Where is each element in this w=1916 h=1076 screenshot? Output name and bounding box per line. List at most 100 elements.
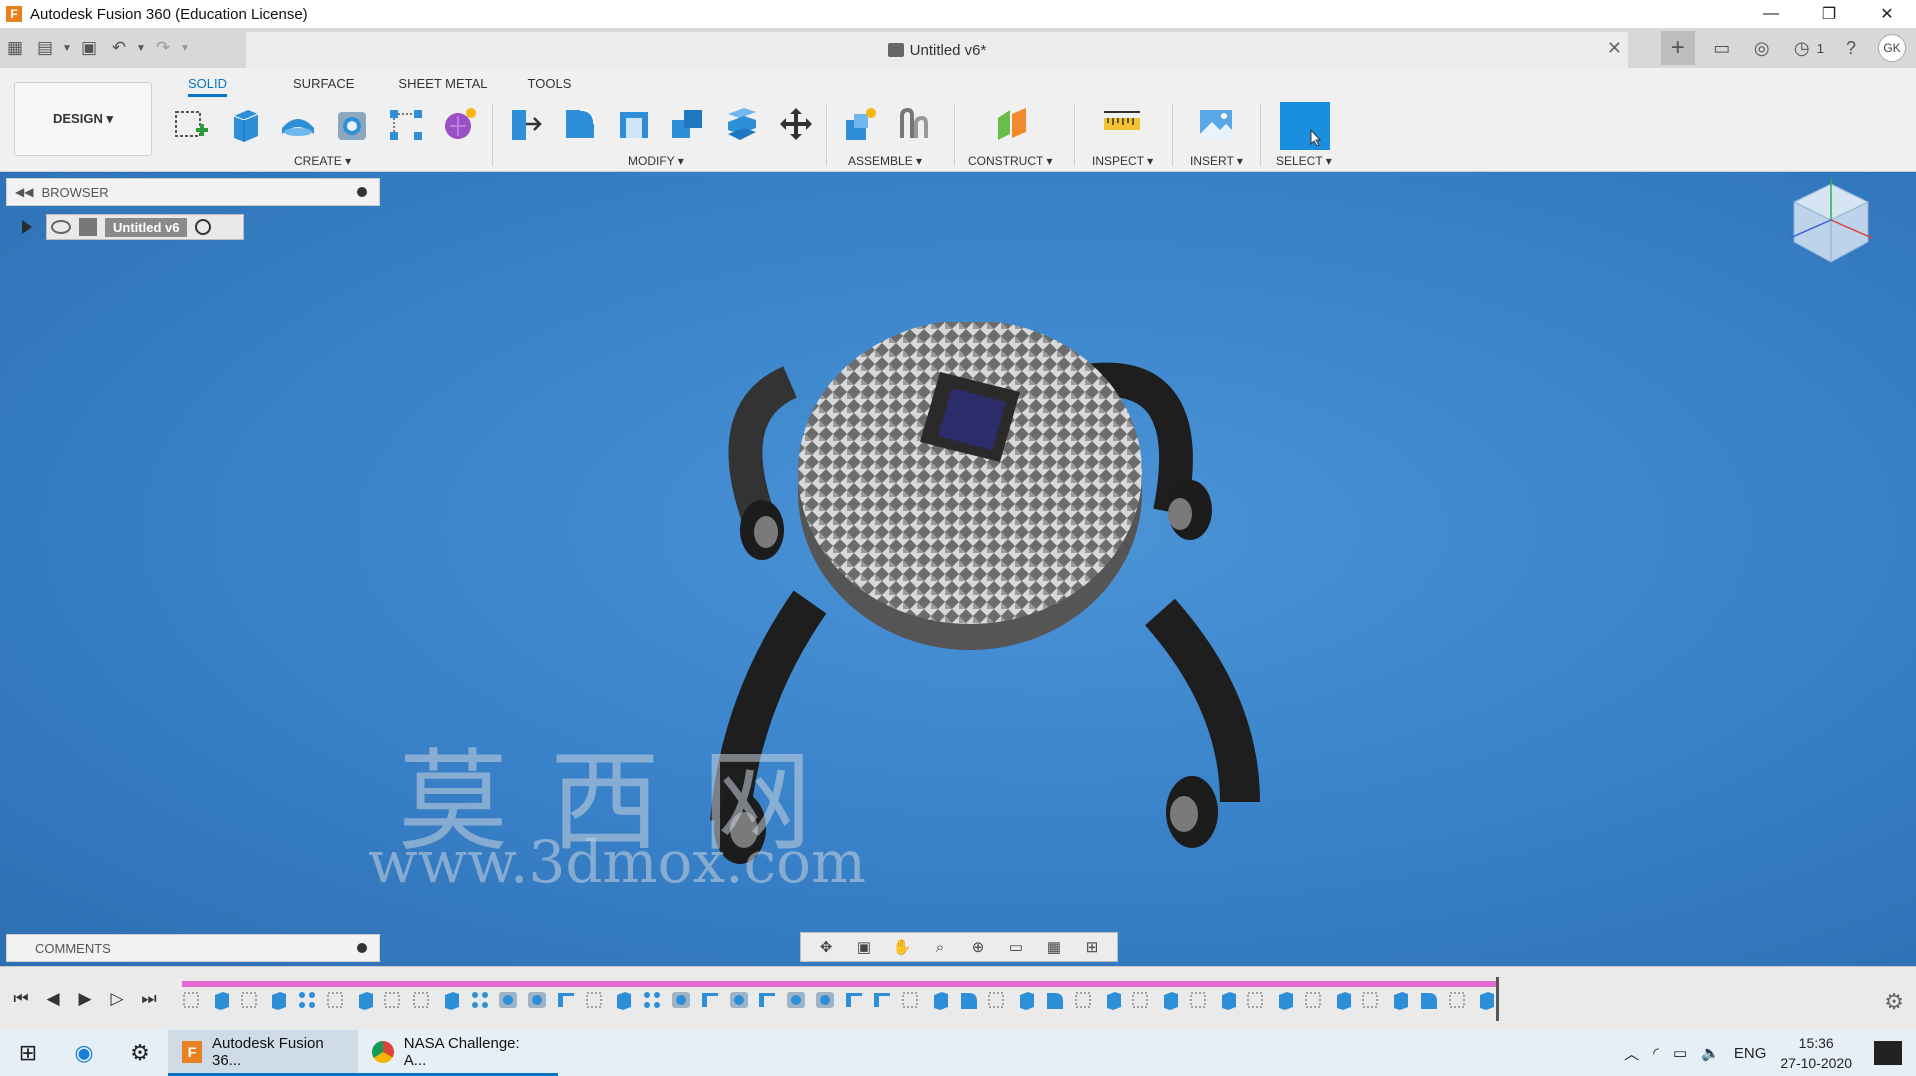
volume-icon[interactable]: 🔈 bbox=[1701, 1044, 1720, 1062]
zoom-icon[interactable]: ⌕ bbox=[929, 937, 951, 957]
timeline-step-forward-icon[interactable]: ▷ bbox=[106, 989, 128, 1009]
timeline-pattern-feature-icon[interactable] bbox=[468, 989, 494, 1011]
expand-arrow-icon[interactable] bbox=[22, 220, 32, 234]
tab-tools[interactable]: TOOLS bbox=[528, 72, 572, 97]
timeline-hole-feature-icon[interactable] bbox=[669, 989, 695, 1011]
timeline-sketch-feature-icon[interactable] bbox=[1129, 989, 1155, 1011]
timeline-extrude-feature-icon[interactable] bbox=[266, 989, 292, 1011]
language-indicator[interactable]: ENG bbox=[1734, 1045, 1767, 1062]
job-status-icon[interactable]: ◷ bbox=[1789, 35, 1815, 61]
pattern-icon[interactable] bbox=[384, 102, 428, 146]
tab-sheet-metal[interactable]: SHEET METAL bbox=[398, 72, 487, 97]
timeline-hole-feature-icon[interactable] bbox=[813, 989, 839, 1011]
timeline-go-start-icon[interactable]: ⏮ bbox=[10, 989, 32, 1009]
timeline-extrude-feature-icon[interactable] bbox=[1216, 989, 1242, 1011]
timeline-sketch-feature-icon[interactable] bbox=[1359, 989, 1385, 1011]
extensions-icon[interactable]: ◎ bbox=[1749, 35, 1775, 61]
notifications-icon[interactable]: ▭ bbox=[1709, 35, 1735, 61]
joint-icon[interactable] bbox=[892, 102, 936, 146]
timeline-fillet-feature-icon[interactable] bbox=[1417, 989, 1443, 1011]
timeline-extrude-feature-icon[interactable] bbox=[1158, 989, 1184, 1011]
create-menu[interactable]: CREATE ▾ bbox=[294, 154, 351, 168]
select-tool-icon[interactable] bbox=[1280, 102, 1330, 150]
tray-expand-icon[interactable]: ︿ bbox=[1624, 1043, 1639, 1064]
collapse-browser-icon[interactable]: ◀◀ bbox=[15, 185, 33, 199]
3d-viewport[interactable]: ◀◀ BROWSER Untitled v6 莫西网 www.3dmox.com… bbox=[0, 172, 1916, 966]
timeline-hole-feature-icon[interactable] bbox=[525, 989, 551, 1011]
timeline-sketch-feature-icon[interactable] bbox=[1072, 989, 1098, 1011]
construct-menu[interactable]: CONSTRUCT ▾ bbox=[968, 154, 1052, 168]
timeline-sketch-feature-icon[interactable] bbox=[324, 989, 350, 1011]
grid-settings-icon[interactable]: ▦ bbox=[1043, 937, 1065, 957]
timeline-extrude-feature-icon[interactable] bbox=[1331, 989, 1357, 1011]
redo-icon[interactable]: ↷ bbox=[148, 33, 178, 63]
timeline-extrude-feature-icon[interactable] bbox=[1101, 989, 1127, 1011]
split-body-icon[interactable] bbox=[720, 102, 764, 146]
minimize-button[interactable]: — bbox=[1742, 0, 1800, 28]
timeline-hole-feature-icon[interactable] bbox=[496, 989, 522, 1011]
timeline-settings-gear-icon[interactable]: ⚙ bbox=[1884, 989, 1904, 1015]
orbit-icon[interactable]: ✥ bbox=[815, 937, 837, 957]
measure-icon[interactable] bbox=[1100, 102, 1144, 146]
select-menu[interactable]: SELECT ▾ bbox=[1276, 154, 1332, 168]
tab-surface[interactable]: SURFACE bbox=[293, 72, 354, 97]
browser-tree-root[interactable]: Untitled v6 bbox=[22, 214, 244, 240]
new-tab-plus-icon[interactable]: + bbox=[1660, 31, 1695, 65]
close-button[interactable]: ✕ bbox=[1858, 0, 1916, 28]
timeline-hole-feature-icon[interactable] bbox=[727, 989, 753, 1011]
system-clock[interactable]: 15:36 27-10-2020 bbox=[1780, 1033, 1852, 1073]
edge-browser-icon[interactable]: ◉ bbox=[56, 1030, 112, 1076]
timeline-sketch-feature-icon[interactable] bbox=[1302, 989, 1328, 1011]
browser-panel-header[interactable]: ◀◀ BROWSER bbox=[6, 178, 380, 206]
display-settings-icon[interactable]: ▭ bbox=[1005, 937, 1027, 957]
inspect-menu[interactable]: INSPECT ▾ bbox=[1092, 154, 1153, 168]
timeline-sketch-feature-icon[interactable] bbox=[985, 989, 1011, 1011]
timeline-marker[interactable] bbox=[1496, 977, 1499, 1021]
timeline-hole-feature-icon[interactable] bbox=[784, 989, 810, 1011]
viewports-icon[interactable]: ⊞ bbox=[1081, 937, 1103, 957]
timeline-plane-feature-icon[interactable] bbox=[870, 989, 896, 1011]
view-cube[interactable] bbox=[1786, 176, 1876, 272]
extrude-icon[interactable] bbox=[222, 102, 266, 146]
press-pull-icon[interactable] bbox=[504, 102, 548, 146]
shell-icon[interactable] bbox=[612, 102, 656, 146]
windows-start-icon[interactable]: ⊞ bbox=[0, 1030, 56, 1076]
insert-image-icon[interactable] bbox=[1194, 102, 1238, 146]
hole-icon[interactable] bbox=[330, 102, 374, 146]
taskbar-app-fusion[interactable]: F Autodesk Fusion 36... bbox=[168, 1030, 358, 1076]
timeline-pattern-feature-icon[interactable] bbox=[295, 989, 321, 1011]
fillet-icon[interactable] bbox=[558, 102, 602, 146]
timeline-sketch-feature-icon[interactable] bbox=[583, 989, 609, 1011]
battery-icon[interactable]: ▭ bbox=[1673, 1044, 1687, 1062]
pan-hand-icon[interactable]: ✋ bbox=[891, 937, 913, 957]
create-form-icon[interactable] bbox=[438, 102, 482, 146]
browser-pin-icon[interactable] bbox=[357, 187, 367, 197]
activate-radio-icon[interactable] bbox=[195, 219, 212, 235]
undo-dropdown-icon[interactable]: ▼ bbox=[134, 33, 148, 63]
data-panel-grid-icon[interactable]: ▦ bbox=[0, 33, 30, 63]
insert-menu[interactable]: INSERT ▾ bbox=[1190, 154, 1243, 168]
timeline-sketch-feature-icon[interactable] bbox=[410, 989, 436, 1011]
assemble-menu[interactable]: ASSEMBLE ▾ bbox=[848, 154, 922, 168]
modify-menu[interactable]: MODIFY ▾ bbox=[628, 154, 684, 168]
help-icon[interactable]: ? bbox=[1838, 35, 1864, 61]
timeline-extrude-feature-icon[interactable] bbox=[611, 989, 637, 1011]
timeline-sketch-feature-icon[interactable] bbox=[381, 989, 407, 1011]
timeline-sketch-feature-icon[interactable] bbox=[180, 989, 206, 1011]
combine-icon[interactable] bbox=[666, 102, 710, 146]
comments-panel-header[interactable]: COMMENTS bbox=[6, 934, 380, 962]
look-at-icon[interactable]: ▣ bbox=[853, 937, 875, 957]
save-icon[interactable]: ▣ bbox=[74, 33, 104, 63]
revolve-icon[interactable] bbox=[276, 102, 320, 146]
user-avatar[interactable]: GK bbox=[1878, 34, 1906, 62]
timeline-fillet-feature-icon[interactable] bbox=[1043, 989, 1069, 1011]
timeline-plane-feature-icon[interactable] bbox=[842, 989, 868, 1011]
create-sketch-icon[interactable] bbox=[168, 102, 212, 146]
timeline-extrude-feature-icon[interactable] bbox=[1014, 989, 1040, 1011]
timeline-extrude-feature-icon[interactable] bbox=[439, 989, 465, 1011]
taskbar-app-chrome[interactable]: NASA Challenge: A... bbox=[358, 1030, 558, 1076]
timeline-sketch-feature-icon[interactable] bbox=[1446, 989, 1472, 1011]
timeline-extrude-feature-icon[interactable] bbox=[353, 989, 379, 1011]
document-tab[interactable]: Untitled v6* ✕ bbox=[246, 32, 1628, 68]
settings-gear-icon[interactable]: ⚙ bbox=[112, 1030, 168, 1076]
